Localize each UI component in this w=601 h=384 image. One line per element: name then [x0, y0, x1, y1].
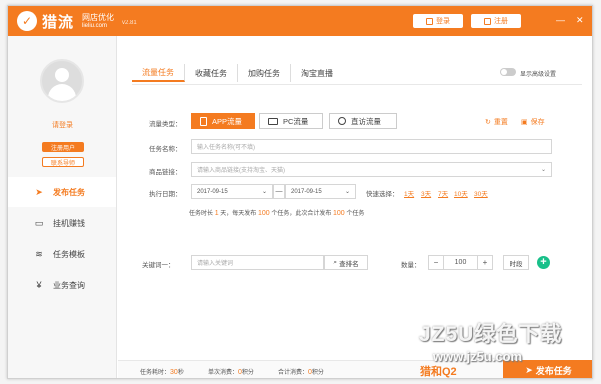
exec-date-label: 执行日期： — [149, 191, 182, 198]
task-name-label: 任务名称： — [149, 146, 182, 153]
footer-brand: 猎和Q2 — [420, 366, 457, 378]
quick-option-7-days[interactable]: 7天 — [438, 188, 448, 198]
watermark-text: JZ5U绿色下载 — [419, 323, 563, 346]
close-button[interactable]: ✕ — [576, 15, 584, 26]
tab-add-cart[interactable]: 加购任务 — [238, 64, 291, 82]
pc-traffic-button[interactable]: PC流量 — [259, 113, 323, 129]
app-version: v2.81 — [122, 20, 137, 26]
quantity-increment-button[interactable]: + — [477, 255, 493, 270]
user-icon — [426, 17, 433, 25]
search-rank-button[interactable]: ⌕ 查排名 — [324, 255, 368, 270]
duration-stat: 任务耗时：30秒 — [140, 369, 184, 376]
summary-days: 1 — [214, 210, 219, 217]
quick-option-10-days[interactable]: 10天 — [454, 188, 468, 198]
date-separator: — — [273, 184, 285, 199]
task-summary: 任务时长 1 天，每天发布 100 个任务，此次合计发布 100 个任务 — [189, 210, 365, 217]
direct-traffic-button[interactable]: 直访流量 — [329, 113, 397, 129]
sidebar-item-publish-task[interactable]: ➤ 发布任务 — [8, 177, 116, 207]
save-button[interactable]: ▣ 保存 — [521, 117, 545, 127]
edit-icon — [484, 17, 491, 25]
advanced-settings-toggle[interactable] — [500, 68, 516, 76]
link-icon — [338, 117, 346, 125]
monitor-icon: ▭ — [34, 217, 44, 228]
traffic-type-label: 流量类型： — [149, 121, 182, 128]
sidebar-item-query[interactable]: ¥ 业务查询 — [8, 270, 116, 300]
refresh-icon: ↻ — [485, 119, 491, 126]
start-date-input[interactable]: 2017-09-15 ⌄ — [191, 184, 273, 199]
avatar[interactable] — [40, 59, 84, 103]
sidebar-item-templates[interactable]: ≋ 任务模板 — [8, 239, 116, 269]
task-tabs: 流量任务 收藏任务 加购任务 淘宝直播 — [132, 64, 343, 82]
keyword-label: 关键词一： — [142, 262, 175, 269]
logo-icon: ✓ — [17, 11, 37, 31]
send-icon: ➤ — [35, 186, 43, 197]
tab-traffic[interactable]: 流量任务 — [132, 64, 185, 82]
chevron-down-icon: ⌄ — [261, 189, 267, 195]
contact-support-button[interactable]: 联系导师 — [42, 157, 84, 167]
sidebar-item-earn[interactable]: ▭ 挂机赚钱 — [8, 208, 116, 238]
chevron-down-icon: ⌄ — [540, 167, 546, 173]
app-url: lieliu.com — [82, 23, 108, 29]
tab-divider — [132, 84, 582, 85]
single-cost-stat: 单次消费：0积分 — [208, 369, 254, 376]
minimize-button[interactable]: — — [556, 15, 565, 25]
quick-select-label: 快速选择： — [366, 191, 399, 198]
app-window: ✓ 猎流 网店优化 lieliu.com v2.81 登录 注册 — ✕ 请登录… — [7, 5, 593, 379]
app-traffic-button[interactable]: APP流量 — [191, 113, 255, 129]
quick-option-3-days[interactable]: 3天 — [421, 188, 431, 198]
summary-total: 100 — [333, 210, 345, 217]
quantity-decrement-button[interactable]: − — [428, 255, 444, 270]
sidebar: 请登录 注册用户 联系导师 ➤ 发布任务 ▭ 挂机赚钱 ≋ 任务模板 ¥ 业务查… — [8, 36, 117, 378]
task-name-input[interactable]: 输入任务名称(可不填) — [191, 139, 552, 154]
send-icon: ➤ — [525, 364, 533, 375]
search-icon: ⌕ — [333, 258, 338, 266]
reset-button[interactable]: ↻ 重置 — [485, 117, 508, 127]
time-slot-button[interactable]: 时段 — [503, 255, 529, 270]
watermark-url: www.jz5u.com — [433, 349, 523, 364]
product-link-input[interactable]: 请输入商品链接(支持淘宝、天猫) ⌄ — [191, 162, 552, 177]
monitor-icon — [268, 117, 278, 125]
register-button[interactable]: 注册 — [471, 14, 521, 28]
add-keyword-button[interactable]: + — [537, 256, 550, 269]
login-button[interactable]: 登录 — [413, 14, 463, 28]
product-link-label: 商品链接： — [149, 169, 182, 176]
tab-favorite[interactable]: 收藏任务 — [185, 64, 238, 82]
app-name: 猎流 — [42, 14, 75, 31]
keyword-input[interactable]: 请输入关键词 — [191, 255, 324, 270]
register-user-button[interactable]: 注册用户 — [42, 142, 84, 152]
app-subtitle: 网店优化 lieliu.com — [82, 13, 114, 29]
login-link[interactable]: 请登录 — [8, 120, 117, 130]
end-date-input[interactable]: 2017-09-15 ⌄ — [285, 184, 356, 199]
total-cost-stat: 合计消费：0积分 — [278, 369, 324, 376]
summary-per-day: 100 — [257, 210, 270, 217]
quick-option-1-day[interactable]: 1天 — [404, 188, 414, 198]
quantity-input[interactable]: 100 — [443, 255, 478, 270]
yen-icon: ¥ — [36, 280, 42, 290]
advanced-settings-label: 显示高级设置 — [520, 72, 557, 78]
tab-live[interactable]: 淘宝直播 — [291, 64, 343, 82]
title-bar: ✓ 猎流 网店优化 lieliu.com v2.81 登录 注册 — ✕ — [8, 6, 592, 36]
phone-icon — [200, 116, 207, 126]
quantity-label: 数量： — [401, 262, 421, 269]
layers-icon: ≋ — [35, 248, 43, 259]
save-icon: ▣ — [521, 119, 528, 126]
chevron-down-icon: ⌄ — [344, 189, 350, 195]
quick-option-30-days[interactable]: 30天 — [474, 188, 488, 198]
